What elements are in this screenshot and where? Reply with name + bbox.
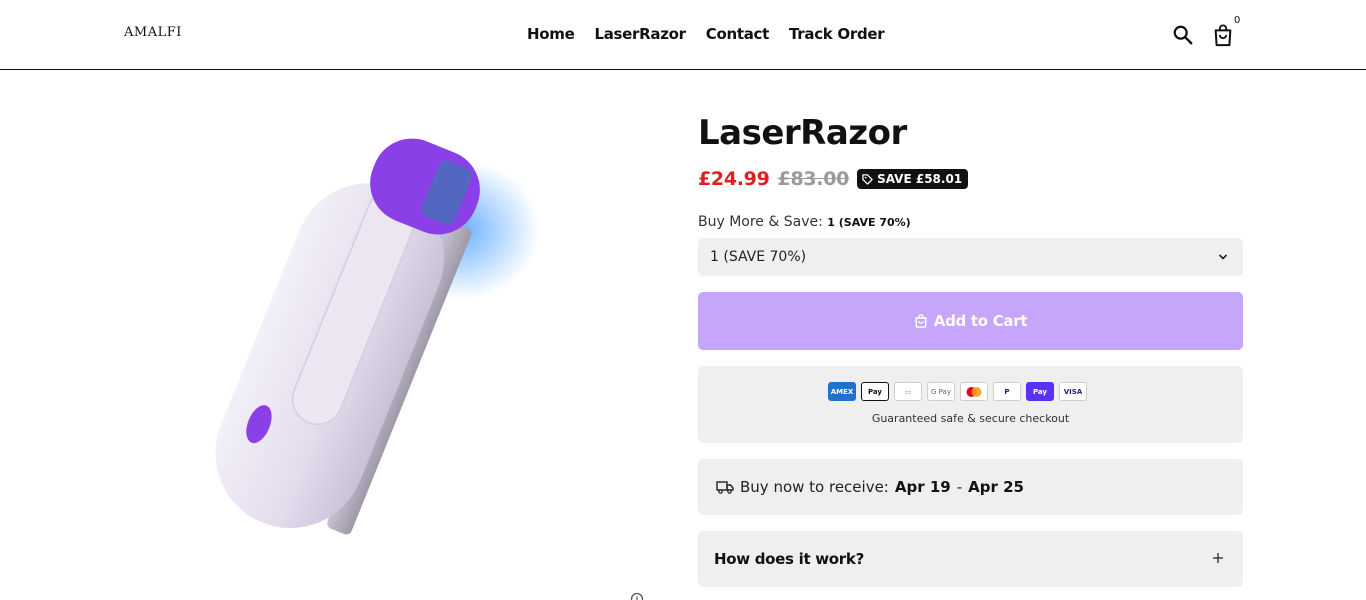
- bag-icon: [915, 314, 927, 328]
- paypal-icon: P: [993, 382, 1021, 401]
- nav-track-order[interactable]: Track Order: [789, 25, 885, 43]
- delivery-start: Apr 19: [894, 478, 951, 496]
- chevron-down-icon: [1218, 254, 1228, 260]
- faq-accordion[interactable]: How does it work?: [698, 531, 1243, 587]
- faq-question: How does it work?: [714, 550, 864, 568]
- zoom-icon[interactable]: [630, 592, 644, 600]
- mastercard-icon: [960, 382, 988, 401]
- add-to-cart-button[interactable]: Add to Cart: [698, 292, 1243, 350]
- price-row: £24.99 £83.00 SAVE £58.01: [698, 168, 969, 190]
- bundle-select[interactable]: 1 (SAVE 70%): [698, 238, 1243, 276]
- cart-count: 0: [1234, 15, 1241, 26]
- delivery-prefix: Buy now to receive:: [740, 478, 889, 496]
- search-icon[interactable]: [1172, 24, 1194, 46]
- nav-laserrazor[interactable]: LaserRazor: [594, 25, 686, 43]
- payment-panel: AMEX Pay ▭ G Pay P Pay VISA Guaranteed s…: [698, 366, 1243, 443]
- nav-home[interactable]: Home: [527, 25, 575, 43]
- shop-pay-icon: Pay: [1026, 382, 1054, 401]
- visa-icon: VISA: [1059, 382, 1087, 401]
- delivery-separator: -: [956, 478, 963, 496]
- tag-icon: [862, 173, 873, 185]
- product-title: LaserRazor: [698, 113, 907, 153]
- cart-icon[interactable]: [1212, 23, 1234, 47]
- main-nav: Home LaserRazor Contact Track Order: [527, 25, 885, 43]
- delivery-end: Apr 25: [968, 478, 1024, 496]
- sale-price: £24.99: [698, 168, 770, 190]
- site-header: AMALFI Home LaserRazor Contact Track Ord…: [0, 0, 1366, 70]
- amex-icon: AMEX: [828, 382, 856, 401]
- apple-pay-icon: Pay: [861, 382, 889, 401]
- delivery-estimate: Buy now to receive: Apr 19 - Apr 25: [698, 459, 1243, 515]
- product-image[interactable]: [150, 130, 630, 600]
- bundle-label: Buy More & Save: 1 (SAVE 70%): [698, 214, 911, 230]
- secure-checkout-text: Guaranteed safe & secure checkout: [871, 412, 1070, 425]
- bundle-select-value: 1 (SAVE 70%): [710, 249, 807, 265]
- bundle-label-text: Buy More & Save:: [698, 214, 823, 230]
- card-icon: ▭: [894, 382, 922, 401]
- compare-price: £83.00: [777, 168, 850, 190]
- google-pay-icon: G Pay: [927, 382, 955, 401]
- add-to-cart-label: Add to Cart: [933, 312, 1028, 330]
- nav-contact[interactable]: Contact: [706, 25, 770, 43]
- plus-icon: [1213, 553, 1223, 563]
- save-badge-text: SAVE £58.01: [877, 172, 963, 186]
- store-logo[interactable]: AMALFI: [124, 25, 182, 40]
- payment-icons: AMEX Pay ▭ G Pay P Pay VISA: [828, 382, 1087, 401]
- truck-icon: [716, 481, 734, 494]
- save-badge: SAVE £58.01: [857, 169, 969, 189]
- bundle-selected: 1 (SAVE 70%): [827, 216, 911, 229]
